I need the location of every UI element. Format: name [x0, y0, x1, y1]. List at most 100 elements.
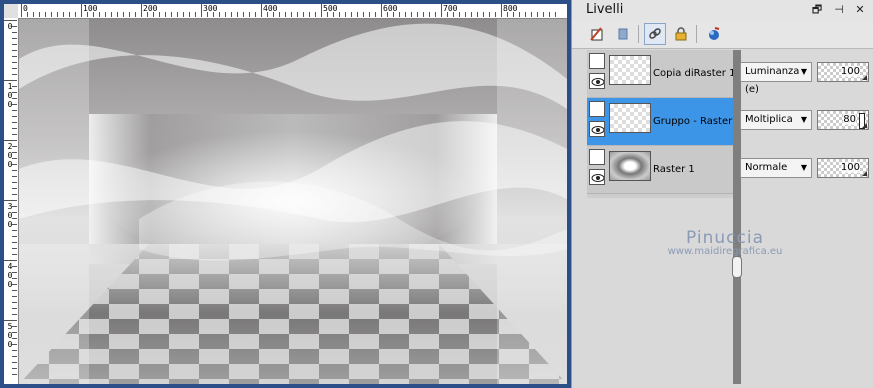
ruler-tick — [453, 12, 454, 17]
layers-scrollbar[interactable] — [733, 50, 741, 384]
ruler-tick — [12, 50, 17, 51]
ruler-tick — [273, 12, 274, 17]
blend-mode-value: Normale — [745, 162, 788, 173]
lock-transparency-button[interactable] — [670, 23, 692, 45]
layer-name: Gruppo - Raster 2 — [653, 116, 742, 127]
panel-title: Livelli — [586, 2, 624, 17]
ruler-tick — [4, 140, 17, 141]
ruler-tick — [12, 92, 17, 93]
ruler-tick — [4, 260, 17, 261]
layer-row-copia-di-raster-1[interactable]: Copia diRaster 1 — [587, 50, 735, 98]
ruler-tick — [525, 12, 526, 17]
ruler-tick — [12, 254, 17, 255]
ruler-tick — [12, 338, 17, 339]
ruler-tick — [483, 12, 484, 17]
opacity-field[interactable]: 100 — [817, 62, 869, 82]
opacity-field[interactable]: 100 — [817, 158, 869, 178]
ruler-tick — [423, 12, 424, 17]
ruler-tick — [435, 12, 436, 17]
ruler-tick — [489, 12, 490, 17]
layer-type-icon — [589, 149, 605, 165]
ruler-tick — [111, 12, 112, 17]
link-layers-button[interactable] — [644, 23, 666, 45]
ruler-tick — [507, 12, 508, 17]
layer-row-gruppo-raster-2[interactable]: Gruppo - Raster 2 — [587, 98, 742, 146]
ruler-tick — [12, 368, 17, 369]
layer-row-raster-1[interactable]: Raster 1 — [587, 146, 735, 194]
ruler-tick — [279, 12, 280, 17]
vertical-ruler: 0100200300400500 — [4, 18, 19, 384]
ruler-tick — [501, 4, 502, 17]
ruler-tick — [165, 12, 166, 17]
eye-visibility-icon[interactable] — [589, 169, 605, 185]
new-group-button[interactable] — [612, 23, 634, 45]
ruler-tick — [57, 12, 58, 17]
ruler-tick — [12, 362, 17, 363]
pin-icon[interactable]: ⊣ — [832, 3, 846, 17]
blend-mode-select[interactable]: Moltiplica ▼ — [740, 110, 812, 130]
ruler-tick — [237, 12, 238, 17]
horizontal-ruler: 0 100 200 300 400 500 600 700 800 — [18, 4, 567, 19]
blend-mode-select[interactable]: Normale ▼ — [740, 158, 812, 178]
eye-visibility-icon[interactable] — [589, 121, 605, 137]
ruler-tick — [129, 12, 130, 17]
ruler-tick — [12, 122, 17, 123]
ruler-tick — [555, 12, 556, 17]
ruler-tick — [12, 236, 17, 237]
layer-icons — [589, 53, 606, 93]
ruler-tick — [93, 12, 94, 17]
restore-panel-icon[interactable]: 🗗 — [810, 3, 824, 17]
layer-icons — [589, 149, 606, 189]
ruler-tick — [12, 206, 17, 207]
layers-toolbar — [572, 20, 873, 49]
opacity-field[interactable]: 80 — [817, 110, 869, 130]
ruler-corner — [4, 4, 19, 19]
layers-scrollbar-thumb[interactable] — [732, 256, 742, 278]
ruler-tick — [429, 12, 430, 17]
blend-mask-button[interactable] — [703, 23, 725, 45]
close-panel-icon[interactable]: ✕ — [853, 3, 867, 17]
new-raster-layer-button[interactable] — [586, 23, 608, 45]
ruler-tick — [147, 12, 148, 17]
ruler-tick — [309, 12, 310, 17]
ruler-tick — [291, 12, 292, 17]
ruler-tick — [4, 200, 17, 201]
ruler-tick — [27, 12, 28, 17]
ruler-label: 200 — [143, 4, 158, 13]
ruler-tick — [12, 176, 17, 177]
ruler-label: 600 — [383, 4, 398, 13]
layer-icons — [589, 101, 606, 141]
ruler-tick — [4, 320, 17, 321]
layer-name: Raster 1 — [653, 164, 695, 175]
ruler-tick — [12, 164, 17, 165]
ruler-label: 800 — [503, 4, 518, 13]
ruler-tick — [321, 4, 322, 17]
ruler-tick — [12, 278, 17, 279]
watermark-name: Pinuccia — [686, 228, 764, 248]
ruler-tick — [12, 38, 17, 39]
ruler-tick — [231, 12, 232, 17]
ruler-label: 300 — [203, 4, 218, 13]
ruler-tick — [255, 12, 256, 17]
panel-header: Livelli 🗗 ⊣ ✕ — [572, 0, 873, 21]
ruler-tick — [243, 12, 244, 17]
ruler-tick — [12, 290, 17, 291]
ruler-tick — [195, 12, 196, 17]
image-canvas[interactable] — [19, 19, 567, 384]
ruler-tick — [513, 12, 514, 17]
ruler-tick — [333, 12, 334, 17]
ruler-tick — [381, 4, 382, 17]
layer-thumbnail — [609, 103, 651, 133]
ruler-tick — [357, 12, 358, 17]
ruler-tick — [447, 12, 448, 17]
ruler-tick — [177, 12, 178, 17]
chevron-down-icon: ▼ — [800, 163, 807, 172]
ruler-tick — [549, 12, 550, 17]
blend-mode-select[interactable]: Luminanza (e) ▼ — [740, 62, 812, 95]
eye-visibility-icon[interactable] — [589, 73, 605, 89]
ruler-tick — [399, 12, 400, 17]
lock-icon — [675, 27, 687, 41]
ruler-tick — [12, 332, 17, 333]
ruler-tick — [123, 12, 124, 17]
ruler-tick — [171, 12, 172, 17]
